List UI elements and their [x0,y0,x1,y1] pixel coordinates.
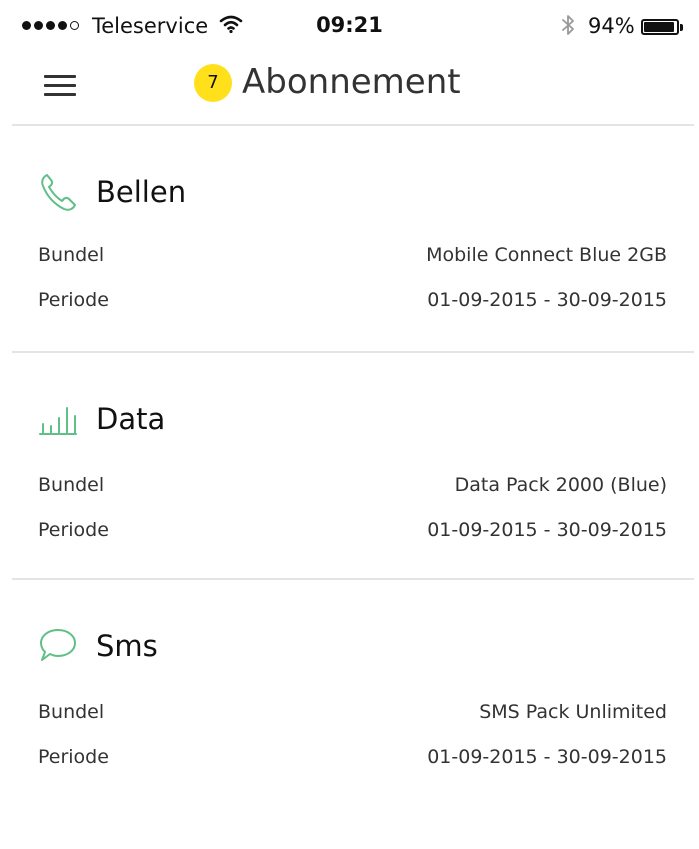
divider [12,124,694,126]
navigation-bar: 7 Abonnement [0,56,699,124]
notification-badge: 7 [194,64,232,102]
row-periode: Periode 01-09-2015 - 30-09-2015 [38,746,667,768]
row-value: Mobile Connect Blue 2GB [426,244,667,266]
divider [12,578,694,580]
row-value: 01-09-2015 - 30-09-2015 [427,519,667,541]
row-bundel: Bundel Mobile Connect Blue 2GB [38,244,667,266]
row-bundel: Bundel SMS Pack Unlimited [38,701,667,723]
row-label: Periode [38,519,109,541]
row-bundel: Bundel Data Pack 2000 (Blue) [38,474,667,496]
section-header: Bellen [38,170,186,214]
page-title: Abonnement [242,62,461,102]
section-bellen: Bellen Bundel Mobile Connect Blue 2GB Pe… [0,170,699,395]
row-value: Data Pack 2000 (Blue) [454,474,667,496]
hamburger-menu-icon[interactable] [44,72,76,100]
row-periode: Periode 01-09-2015 - 30-09-2015 [38,519,667,541]
row-label: Bundel [38,701,105,723]
battery-icon [641,19,679,35]
row-label: Periode [38,746,109,768]
section-header: Data [38,397,165,441]
status-bar: Teleservice 09:21 94% [0,0,699,56]
row-value: 01-09-2015 - 30-09-2015 [427,746,667,768]
row-value: 01-09-2015 - 30-09-2015 [427,289,667,311]
battery-tip [680,24,683,31]
row-label: Periode [38,289,109,311]
row-periode: Periode 01-09-2015 - 30-09-2015 [38,289,667,311]
section-data: Data Bundel Data Pack 2000 (Blue) Period… [0,397,699,622]
section-title: Data [96,402,166,436]
battery-percentage: 94% [588,14,635,38]
data-bars-icon [38,399,78,439]
section-title: Sms [96,629,158,663]
speech-bubble-icon [38,626,78,666]
section-title: Bellen [96,175,187,209]
bluetooth-icon [562,15,574,35]
phone-icon [38,172,78,212]
section-sms: Sms Bundel SMS Pack Unlimited Periode 01… [0,624,699,849]
divider [12,351,694,353]
row-value: SMS Pack Unlimited [479,701,667,723]
section-header: Sms [38,624,158,668]
row-label: Bundel [38,474,105,496]
row-label: Bundel [38,244,105,266]
